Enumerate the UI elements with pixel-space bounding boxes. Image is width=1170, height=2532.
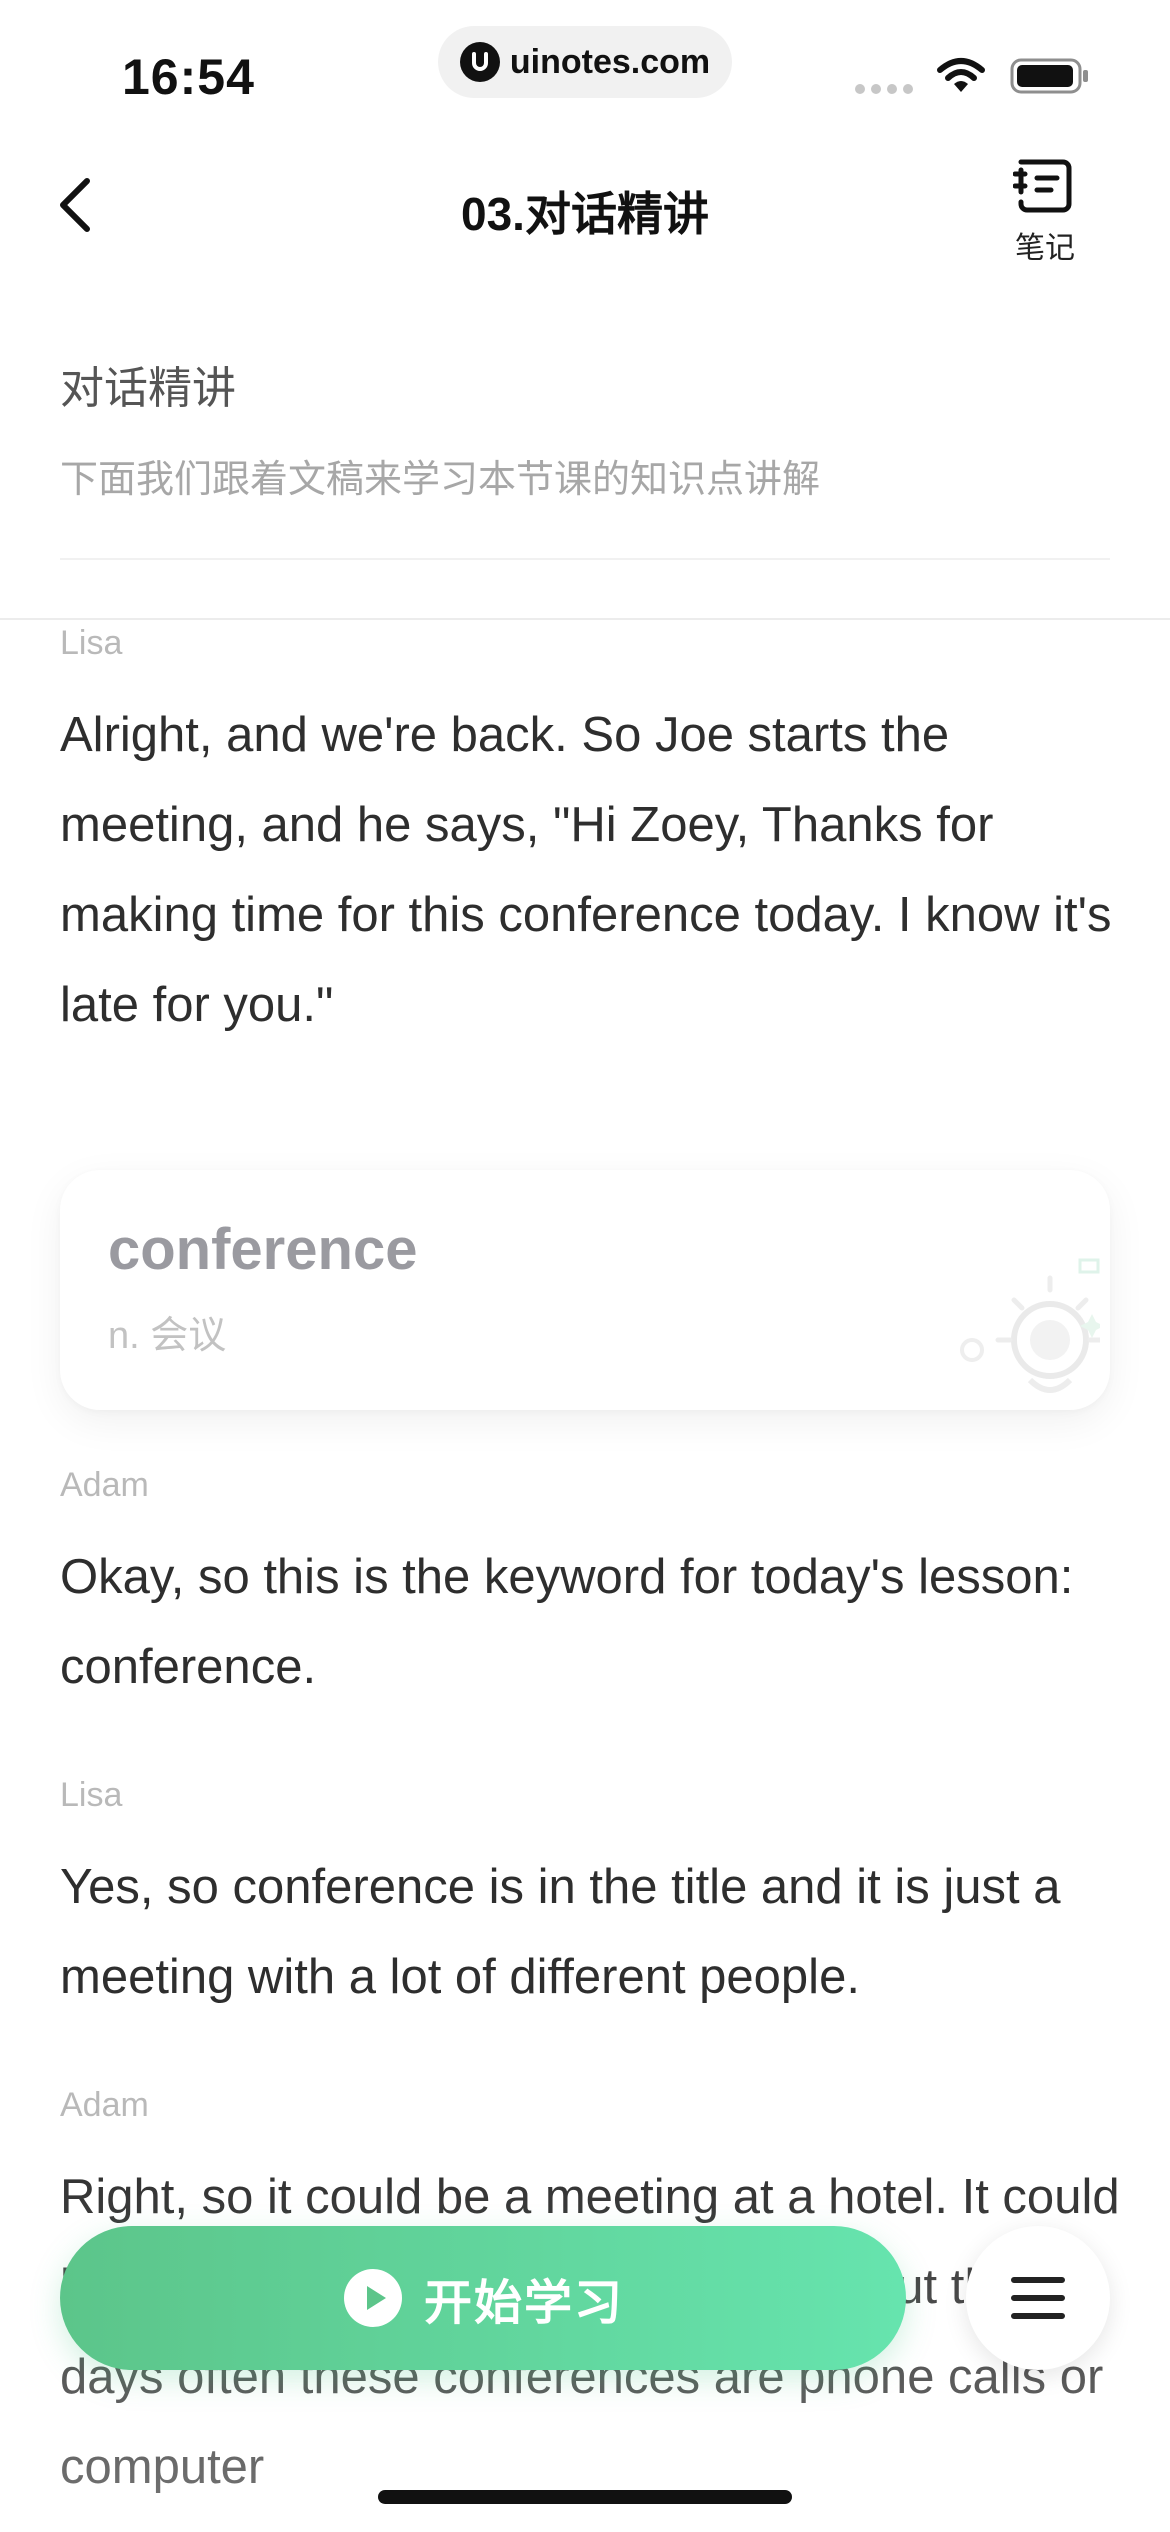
hamburger-menu-icon — [1011, 2277, 1065, 2319]
section-title: 对话精讲 — [60, 364, 236, 413]
nav-bar: 03.对话精讲 笔记 — [0, 140, 1170, 270]
notes-label: 笔记 — [1015, 232, 1075, 265]
speaker-name: Lisa — [60, 1776, 123, 1814]
transcript-paragraph[interactable]: Yes, so conference is in the title and i… — [60, 1842, 1120, 2022]
divider — [60, 558, 1110, 560]
status-bar: 16:54 uinotes.com — [0, 0, 1170, 140]
url-pill[interactable]: uinotes.com — [438, 26, 732, 98]
vocab-card[interactable]: conference n. 会议 — [60, 1170, 1110, 1410]
page-title: 03.对话精讲 — [461, 188, 709, 240]
start-learning-label: 开始学习 — [423, 2277, 624, 2330]
notes-icon — [1012, 159, 1072, 213]
site-logo-icon — [459, 42, 500, 82]
divider — [0, 618, 1170, 620]
transcript-paragraph[interactable]: Okay, so this is the keyword for today's… — [60, 1532, 1120, 1712]
home-indicator — [378, 2490, 792, 2504]
play-icon — [343, 2269, 402, 2327]
start-learning-button[interactable]: 开始学习 — [60, 2226, 906, 2370]
speaker-name: Adam — [60, 1466, 149, 1504]
status-time: 16:54 — [122, 49, 255, 105]
section-subtitle: 下面我们跟着文稿来学习本节课的知识点讲解 — [60, 459, 821, 501]
vocab-definition: n. 会议 — [108, 1315, 227, 1357]
url-text: uinotes.com — [509, 42, 711, 81]
notes-button[interactable]: 笔记 — [1000, 152, 1090, 272]
speaker-name: Lisa — [60, 624, 123, 662]
speaker-name: Adam — [60, 2086, 149, 2124]
wifi-icon — [936, 56, 986, 101]
battery-icon — [1010, 58, 1090, 99]
menu-button[interactable] — [966, 2226, 1110, 2370]
cellular-signal-icon — [855, 84, 913, 94]
vocab-word: conference — [108, 1217, 418, 1282]
lightbulb-decoration-icon — [940, 1250, 1105, 1405]
transcript-paragraph[interactable]: Alright, and we're back. So Joe starts t… — [60, 690, 1120, 1050]
